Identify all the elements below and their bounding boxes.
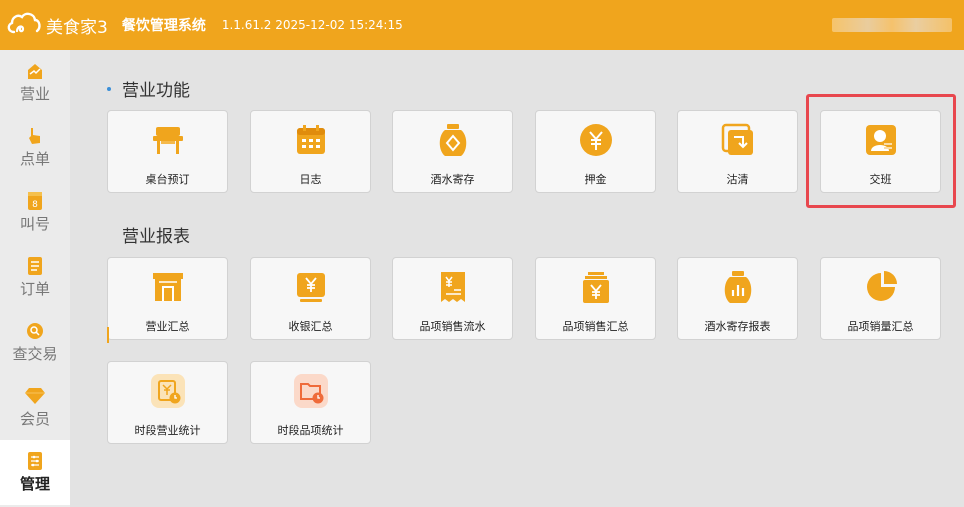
sidebar-item-business[interactable]: 营业 xyxy=(0,50,70,115)
card-period-item-stats[interactable]: 时段品项统计 xyxy=(250,361,371,444)
wine-storage-icon xyxy=(435,122,471,158)
wine-storage-report-icon xyxy=(720,269,756,305)
sidebar-item-order[interactable]: 点单 xyxy=(0,115,70,180)
card-label: 品项销售汇总 xyxy=(562,320,629,333)
card-label: 品项销售流水 xyxy=(419,320,486,333)
manage-icon xyxy=(24,451,46,471)
store-summary-icon xyxy=(150,269,186,305)
table-reservation-icon xyxy=(150,122,186,158)
sold-out-icon xyxy=(720,122,756,158)
user-info-blurred[interactable] xyxy=(832,18,952,32)
card-label: 押金 xyxy=(584,173,607,186)
card-label: 日志 xyxy=(299,173,322,186)
system-title: 餐饮管理系统 xyxy=(121,18,206,34)
search-transaction-icon xyxy=(24,321,46,341)
card-item-sales-flow[interactable]: 品项销售流水 xyxy=(392,257,513,340)
version-timestamp: 1.1.61.2 2025-12-02 15:24:15 xyxy=(221,18,403,32)
section-title-business-functions: 营业功能 xyxy=(122,81,190,101)
card-sold-out[interactable]: 沽清 xyxy=(677,110,798,193)
card-label: 收银汇总 xyxy=(288,320,333,333)
card-label: 时段营业统计 xyxy=(134,424,201,437)
call-number-icon: 8 xyxy=(24,191,46,211)
business-icon xyxy=(24,61,46,81)
sidebar-item-orders[interactable]: 订单 xyxy=(0,245,70,310)
section-title-business-reports: 营业报表 xyxy=(122,227,190,247)
sidebar-item-label: 订单 xyxy=(19,280,50,298)
card-label: 时段品项统计 xyxy=(277,424,344,437)
sidebar-item-member[interactable]: 会员 xyxy=(0,375,70,440)
sidebar-item-label: 叫号 xyxy=(19,215,50,233)
svg-text:8: 8 xyxy=(32,200,38,210)
card-table-reservation[interactable]: 桌台预订 xyxy=(107,110,228,193)
card-item-volume-summary[interactable]: 品项销量汇总 xyxy=(820,257,941,340)
card-label: 酒水寄存报表 xyxy=(704,320,771,333)
card-wine-storage-report[interactable]: 酒水寄存报表 xyxy=(677,257,798,340)
card-label: 沽清 xyxy=(726,173,749,186)
item-sales-summary-icon xyxy=(578,269,614,305)
period-item-stats-icon xyxy=(293,373,329,409)
sidebar: 营业 点单 8 叫号 订单 查交易 会员 管理 xyxy=(0,50,70,507)
item-volume-pie-icon xyxy=(863,269,899,305)
section-bullet xyxy=(107,87,111,91)
sidebar-item-manage[interactable]: 管理 xyxy=(0,440,70,505)
title-bar: 美食家3 餐饮管理系统 1.1.61.2 2025-12-02 15:24:15 xyxy=(0,0,964,50)
card-label: 酒水寄存 xyxy=(430,173,475,186)
order-hand-icon xyxy=(24,126,46,146)
sidebar-item-label: 管理 xyxy=(19,475,50,493)
sidebar-item-call-number[interactable]: 8 叫号 xyxy=(0,180,70,245)
card-period-business-stats[interactable]: 时段营业统计 xyxy=(107,361,228,444)
sidebar-item-label: 点单 xyxy=(19,150,50,168)
sidebar-item-label: 会员 xyxy=(19,410,50,428)
sidebar-item-transactions[interactable]: 查交易 xyxy=(0,310,70,375)
app-logo: 美食家3 xyxy=(6,11,108,39)
card-label: 品项销量汇总 xyxy=(847,320,914,333)
sidebar-item-label: 查交易 xyxy=(12,345,58,363)
order-list-icon xyxy=(24,256,46,276)
logo-text: 美食家3 xyxy=(46,17,108,38)
member-diamond-icon xyxy=(24,386,46,406)
cashier-summary-icon xyxy=(293,269,329,305)
card-item-sales-summary[interactable]: 品项销售汇总 xyxy=(535,257,656,340)
card-wine-storage[interactable]: 酒水寄存 xyxy=(392,110,513,193)
card-label: 桌台预订 xyxy=(145,173,190,186)
card-log[interactable]: 日志 xyxy=(250,110,371,193)
calendar-log-icon xyxy=(293,122,329,158)
highlight-box xyxy=(806,94,956,208)
cloud-logo-icon xyxy=(6,11,42,39)
card-cashier-summary[interactable]: 收银汇总 xyxy=(250,257,371,340)
period-business-stats-icon xyxy=(150,373,186,409)
sidebar-item-label: 营业 xyxy=(19,85,50,103)
card-deposit[interactable]: 押金 xyxy=(535,110,656,193)
card-business-summary[interactable]: 营业汇总 xyxy=(107,257,228,340)
deposit-yen-icon xyxy=(578,122,614,158)
item-sales-flow-icon xyxy=(435,269,471,305)
card-label: 营业汇总 xyxy=(145,320,190,333)
row-accent xyxy=(107,327,109,343)
